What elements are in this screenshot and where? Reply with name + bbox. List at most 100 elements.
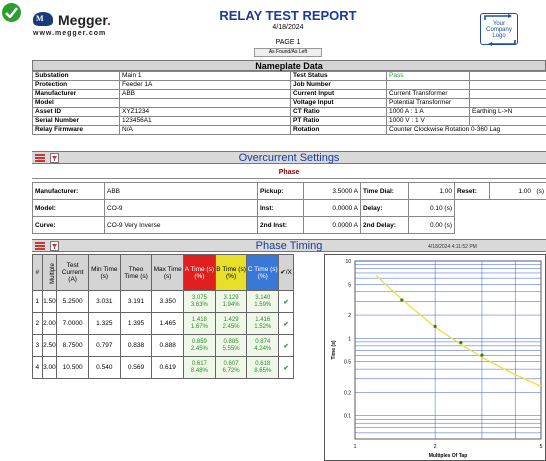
a-time-result-time: 3.075 (191, 294, 207, 301)
col-theo-time-header: Theo Time (s) (119, 254, 153, 291)
c-time-result: 0.874 4.24% (246, 334, 280, 357)
inst2-value: 0.0000 A (303, 216, 361, 234)
table-row[interactable]: 1 1.50 5.2500 3.031 3.191 3.350 3.075 3.63% 3.12… (32, 290, 294, 313)
a-time-result: 0.617 8.48% (183, 356, 216, 379)
max-time-value: 3.350 (151, 290, 185, 313)
a-time-result-time: 0.617 (191, 360, 207, 367)
manufacturer-label: Manufacturer: (32, 182, 105, 200)
nameplate-label: Serial Number (32, 116, 120, 126)
nameplate-value (386, 80, 470, 90)
min-time-value: 0.797 (87, 334, 121, 357)
b-time-result-percent: 6.72% (222, 367, 240, 374)
col-min-time-header: Min Time (s) (87, 254, 121, 291)
nameplate-row: Asset ID XYZ1234 CT Ratio 1000 A : 1 A Earth… (32, 107, 546, 117)
inst2-label: 2nd Inst: (257, 216, 304, 234)
col-multiple-header[interactable]: Multiple (41, 254, 58, 291)
nameplate-label: CT Ratio (290, 107, 387, 117)
row-number: 2 (32, 312, 43, 335)
theo-time-value: 0.569 (119, 356, 153, 379)
nameplate-value: XYZ1234 (119, 107, 291, 117)
c-time-result: 0.618 8.65% (246, 356, 280, 379)
inst-value: 0.0000 A (303, 199, 361, 217)
model-label: Model: (32, 199, 105, 217)
nameplate-extra (469, 80, 546, 90)
data-point (459, 340, 463, 345)
overcurrent-table: Manufacturer: ABB Pickup: 3.5000 A Time … (32, 182, 546, 234)
col-a-time-header: A Time (s) (%) (183, 254, 216, 291)
data-point (480, 353, 484, 357)
nameplate-table: Substation Main 1 Test Status Pass Protectio… (32, 71, 546, 135)
pass-check-icon: ✔ (278, 312, 294, 335)
theo-time-value: 1.395 (119, 312, 153, 335)
company-logo: Your Company Logo (480, 13, 518, 46)
b-time-result-percent: 2.45% (222, 323, 240, 330)
col-test-current-header: Test Current (A) (56, 254, 89, 291)
time-dial-value: 1.00 (408, 182, 455, 200)
nameplate-row: Protection Feeder 1A Job Number (32, 80, 546, 90)
nameplate-label: Rotation (290, 125, 387, 135)
brand-url[interactable]: www.megger.com (33, 30, 106, 37)
nameplate-value: Counter Clockwise Rotation 0-360 Lag (386, 125, 546, 135)
a-time-result-time: 1.418 (191, 316, 207, 323)
c-time-result-time: 0.874 (255, 338, 271, 345)
pickup-label: Pickup: (257, 182, 304, 200)
y-tick-label: 0.2 (344, 390, 351, 396)
nameplate-value: N/A (119, 125, 291, 135)
inst-label: Inst: (257, 199, 304, 217)
col-result-header: ✔/X (278, 254, 294, 291)
col-max-time-header: Max Time (s) (151, 254, 185, 291)
row-number: 3 (32, 334, 43, 357)
nameplate-row: Manufacturer ABB Current Input Current Tran… (32, 89, 546, 99)
nameplate-value: 1000 V : 1 V (386, 116, 470, 126)
nameplate-value (119, 98, 291, 108)
delay-label: Delay: (360, 199, 409, 217)
a-time-result-time: 0.859 (191, 338, 207, 345)
b-time-result-percent: 1.94% (222, 301, 240, 308)
nameplate-label: Relay Firmware (32, 125, 120, 135)
test-current-value: 10.500 (56, 356, 89, 379)
y-tick-label: 1 (348, 336, 351, 342)
table-row[interactable]: 4 3.00 10.500 0.540 0.569 0.619 0.617 8.48% 0.60… (32, 356, 294, 379)
b-time-result-time: 0.607 (223, 360, 239, 367)
nameplate-value: 1000 A : 1 A (386, 107, 470, 117)
a-time-result-percent: 2.45% (190, 345, 208, 352)
nameplate-value: Current Transformer (386, 89, 470, 99)
nameplate-extra (469, 98, 546, 108)
col-c-time-header: C Time (s) (%) (246, 254, 280, 291)
nameplate-row: Serial Number 123456A1 PT Ratio 1000 V : 1 … (32, 116, 546, 126)
report-header: M Megger. www.megger.com RELAY TEST REPO… (0, 0, 546, 58)
x-tick-label: 1 (354, 444, 357, 450)
pickup-value: 3.5000 A (303, 182, 361, 200)
c-time-result-time: 1.416 (255, 316, 271, 323)
max-time-value: 1.465 (151, 312, 185, 335)
found-left-button[interactable]: As Found/As Left (254, 48, 322, 57)
max-time-value: 0.888 (151, 334, 185, 357)
phase-timing-timestamp: 4/18/2024 4:11:52 PM (428, 244, 477, 250)
max-time-value: 0.619 (151, 356, 185, 379)
x-tick-label: 2 (434, 444, 437, 450)
nameplate-label: Manufacturer (32, 89, 120, 99)
delay-value: 0.10 (s) (408, 199, 455, 217)
delay2-label: 2nd Delay: (360, 216, 409, 234)
table-row[interactable]: 3 2.50 8.7500 0.797 0.838 0.888 0.859 2.45% 0.88… (32, 334, 294, 357)
table-row[interactable]: 2 2.00 7.0000 1.325 1.395 1.465 1.418 1.67% 1.42… (32, 312, 294, 335)
b-time-result-time: 3.129 (223, 294, 239, 301)
x-axis-label: Multiples Of Tap (429, 453, 468, 459)
model-value: CO-9 (104, 199, 258, 217)
c-time-result-time: 0.618 (255, 360, 271, 367)
nameplate-label: Substation (32, 71, 120, 81)
check-icon (2, 3, 21, 22)
a-time-result-percent: 3.63% (190, 301, 208, 308)
multiple-value: 2.00 (41, 312, 58, 335)
test-current-value: 7.0000 (56, 312, 89, 335)
b-time-result: 3.129 1.94% (214, 290, 248, 313)
row-number: 4 (32, 356, 43, 379)
pass-check-icon: ✔ (278, 334, 294, 357)
multiple-value: 2.50 (41, 334, 58, 357)
multiple-value: 3.00 (41, 356, 58, 379)
empty-cell (455, 200, 546, 217)
plot-area (354, 260, 542, 440)
nameplate-label: Test Status (290, 71, 387, 81)
nameplate-extra: Earthing L->N (469, 107, 546, 117)
min-time-value: 1.325 (87, 312, 121, 335)
